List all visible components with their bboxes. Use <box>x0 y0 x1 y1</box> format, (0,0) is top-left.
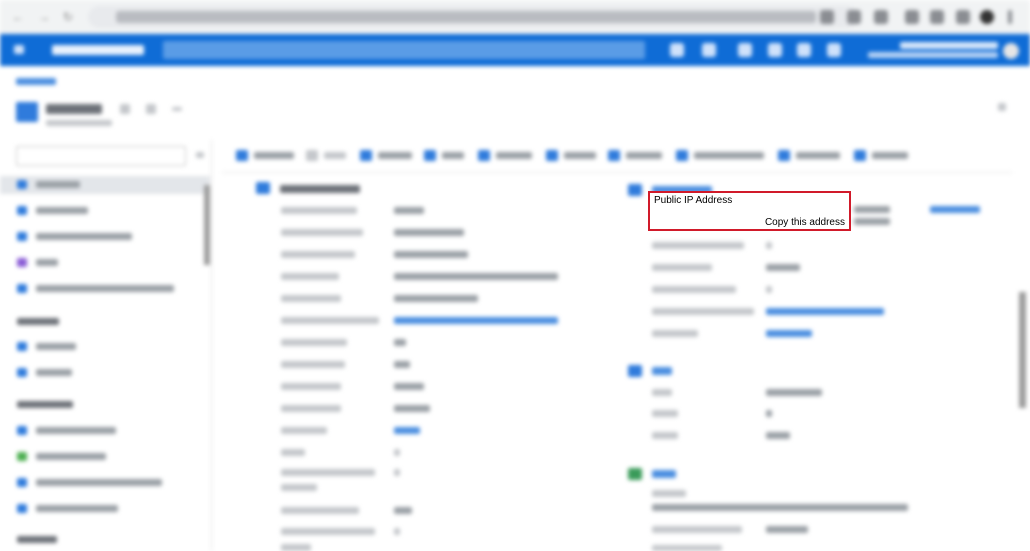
arrow-right-icon[interactable]: → <box>38 10 52 24</box>
section-networking-icon <box>628 184 642 196</box>
section-vm-title <box>280 185 360 193</box>
copy-address-label[interactable]: Copy this address <box>765 217 845 228</box>
share-icon[interactable] <box>820 10 834 24</box>
menu-item-load-balancing[interactable] <box>17 452 27 461</box>
toolbar-refresh[interactable] <box>608 150 620 161</box>
notifications-icon[interactable] <box>738 43 752 57</box>
close-icon[interactable] <box>998 103 1006 111</box>
pin-icon[interactable] <box>120 104 130 114</box>
menu-item-overview[interactable] <box>17 180 27 189</box>
account-name[interactable] <box>900 42 998 49</box>
account-avatar[interactable] <box>1003 43 1019 59</box>
portal-brand[interactable] <box>52 45 144 55</box>
more-icon[interactable] <box>172 107 182 111</box>
toolbar-delete[interactable] <box>546 150 558 161</box>
sidebar-icon[interactable] <box>956 10 970 24</box>
star-icon[interactable] <box>146 104 156 114</box>
left-menu-scrollbar[interactable] <box>204 185 210 265</box>
address-bar[interactable] <box>88 6 858 28</box>
toolbar-feedback[interactable] <box>778 150 790 161</box>
hamburger-icon[interactable] <box>14 45 24 54</box>
extension-icon[interactable] <box>874 10 888 24</box>
gear-icon[interactable] <box>768 43 782 57</box>
toolbar-restart[interactable] <box>360 150 372 161</box>
breadcrumb[interactable] <box>16 78 56 85</box>
menu-search-input[interactable] <box>16 146 186 166</box>
content-scrollbar[interactable] <box>1019 292 1026 408</box>
toolbar-open-mobile[interactable] <box>676 150 688 161</box>
feedback-icon[interactable] <box>827 43 841 57</box>
section-disk-title[interactable] <box>652 470 676 478</box>
menu-item-diagnose[interactable] <box>17 284 27 293</box>
menu-item-tags[interactable] <box>17 258 27 267</box>
bookmark-icon[interactable] <box>847 10 861 24</box>
global-search-input[interactable] <box>163 41 645 59</box>
vm-resource-icon <box>16 102 38 122</box>
blurred-background-portal: ← → ↻ <box>0 0 1030 551</box>
menu-item-network-settings[interactable] <box>17 426 27 435</box>
browser-toolbar: ← → ↻ <box>0 0 1030 34</box>
menu-item-network-manager[interactable] <box>17 504 27 513</box>
section-size-icon <box>628 365 642 377</box>
menu-item-asg[interactable] <box>17 478 27 487</box>
section-vm-icon <box>256 182 270 194</box>
public-ip-callout: Public IP Address Copy this address <box>648 191 851 231</box>
resource-title <box>46 104 102 114</box>
menu-item-active-bg <box>0 176 210 194</box>
download-icon[interactable] <box>930 10 944 24</box>
menu-item-access-control[interactable] <box>17 232 27 241</box>
collapse-icon[interactable] <box>196 152 204 158</box>
profile-avatar[interactable] <box>980 10 994 24</box>
toolbar-connect[interactable] <box>236 150 248 161</box>
menu-item-bastion[interactable] <box>17 368 27 377</box>
menu-section-networking <box>17 401 73 408</box>
help-icon[interactable] <box>797 43 811 57</box>
reload-icon[interactable]: ↻ <box>63 10 77 24</box>
menu-section-connect <box>17 318 59 325</box>
puzzle-icon[interactable] <box>905 10 919 24</box>
menu-item-activity-log[interactable] <box>17 206 27 215</box>
directory-icon[interactable] <box>702 43 716 57</box>
section-disk-icon <box>628 468 642 480</box>
menu-section-settings <box>17 536 57 543</box>
toolbar-stop[interactable] <box>424 150 436 161</box>
toolbar-cli[interactable] <box>854 150 866 161</box>
cloud-shell-icon[interactable] <box>670 43 684 57</box>
account-tenant[interactable] <box>868 52 998 58</box>
kebab-menu-icon[interactable] <box>1008 10 1012 24</box>
callout-title: Public IP Address <box>654 195 733 206</box>
arrow-left-icon[interactable]: ← <box>12 10 26 24</box>
toolbar-capture[interactable] <box>478 150 490 161</box>
resource-subtitle <box>46 120 112 126</box>
menu-item-connect[interactable] <box>17 342 27 351</box>
section-size-title[interactable] <box>652 367 672 375</box>
toolbar-start[interactable] <box>306 150 318 161</box>
